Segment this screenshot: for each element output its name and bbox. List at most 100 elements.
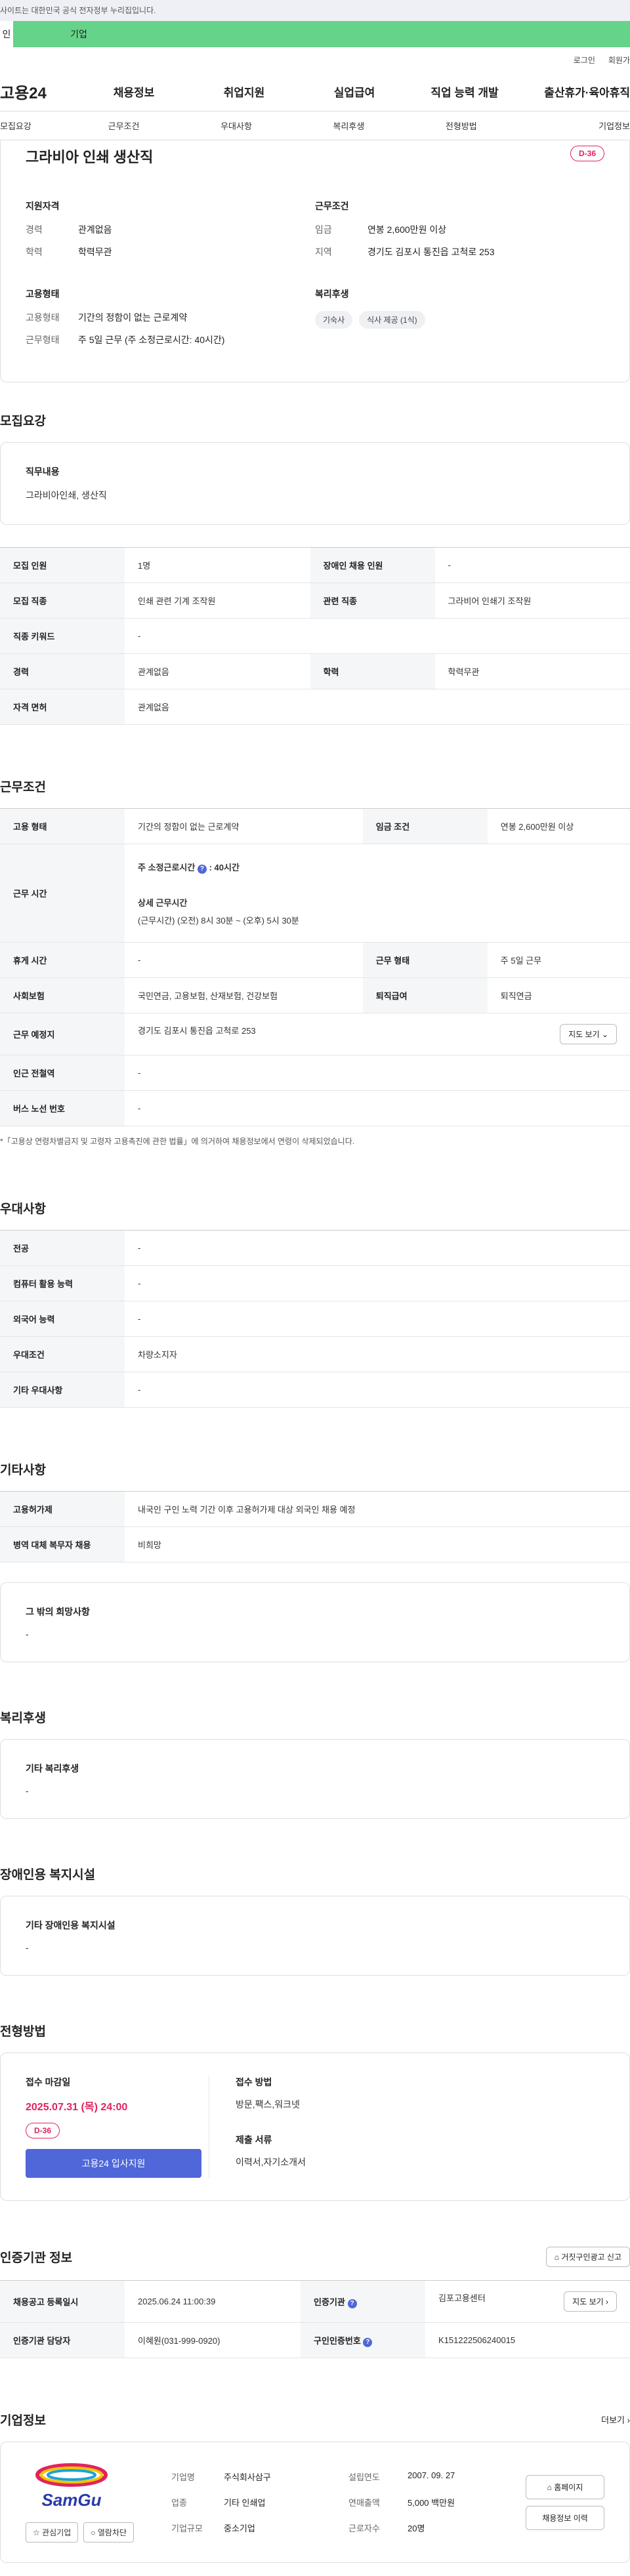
- more-label: 더보기: [601, 2415, 625, 2425]
- cell-label: 인증기관 ?: [301, 2280, 426, 2323]
- apply-box: 접수 마감일 2025.07.31 (목) 24:00 D-36 고용24 입사…: [0, 2053, 630, 2201]
- chevron-down-icon: ⌄: [601, 1030, 608, 1039]
- subnav-welfare[interactable]: 복리후생: [293, 119, 405, 132]
- method-value: 방문,팩스,워크넷: [236, 2099, 300, 2110]
- tab-company[interactable]: 기업: [52, 21, 105, 47]
- subnav-conditions[interactable]: 근무조건: [68, 119, 180, 132]
- cell-label: 고용 형태: [0, 808, 125, 844]
- info-icon[interactable]: ?: [363, 2337, 373, 2347]
- age-note: *「고용상 연령차별금지 및 고령자 고용촉진에 관한 법률」에 의거하여 채용…: [0, 1137, 355, 1146]
- place-cell: 경기도 김포시 통진읍 고척로 253 지도 보기 ⌄: [125, 1013, 630, 1055]
- table-row: 채용공고 등록일시 2025.06.24 11:00:39 인증기관 ? 김포고용센터…: [0, 2280, 630, 2323]
- cell-value: 비희망: [125, 1526, 630, 1563]
- recruit-heading: 모집요강: [0, 415, 46, 428]
- cell-label: 병역 대체 복무자 채용: [0, 1526, 125, 1563]
- cell-label: 전공: [0, 1230, 125, 1266]
- duty-value: 그라비아인쇄, 생산직: [26, 490, 107, 501]
- gov-banner: 사이트는 대한민국 공식 전자정부 누리집입니다.: [0, 0, 630, 21]
- cell-value: 주 5일 근무: [487, 942, 630, 978]
- emp-heading: 고용형태: [26, 289, 60, 299]
- gnb-item-parental[interactable]: 출산휴가·육아휴직: [520, 83, 630, 100]
- table-row: 자격 면허 관계없음: [0, 689, 630, 725]
- table-row: 근무 예정지 경기도 김포시 통진읍 고척로 253 지도 보기 ⌄: [0, 1013, 630, 1055]
- cell-label: 경력: [0, 653, 125, 689]
- welfare-chip: 기숙사: [315, 311, 353, 329]
- cond-heading: 근무조건: [315, 201, 349, 211]
- company-logo-area: SamGu ☆ 관심기업 ○ 열람차단: [26, 2462, 171, 2543]
- table-row: 버스 노선 번호 -: [0, 1090, 630, 1126]
- company-info: 기업명 주식회사삼구 설립연도 2007. 09. 27 업종 기타 인쇄업 연매출액 5,…: [171, 2470, 526, 2534]
- cell-label: 컴퓨터 활용 능력: [0, 1265, 125, 1301]
- work-time-cell: 주 소정근로시간 ? : 40시간 상세 근무시간 (근무시간) (오전) 8시…: [125, 844, 630, 943]
- table-row: 모집 직종 인쇄 관련 기계 조작원 관련 직종 그라비어 인쇄기 조작원: [0, 583, 630, 619]
- map-button-label: 지도 보기: [568, 1030, 600, 1039]
- cell-value: 김포고용센터: [438, 2293, 486, 2303]
- gnb-item-training[interactable]: 직업 능력 개발: [410, 83, 520, 100]
- homepage-label: 홈페이지: [554, 2482, 583, 2492]
- job-history-button[interactable]: 채용정보 이력: [526, 2505, 604, 2530]
- gnb-item-jobs[interactable]: 채용정보: [79, 83, 189, 100]
- cell-label: 직종 키워드: [0, 618, 125, 654]
- cell-value: 연봉 2,600만원 이상: [487, 808, 630, 844]
- table-row: 전공 -: [0, 1230, 630, 1266]
- homepage-button[interactable]: ⌂ 홈페이지: [526, 2474, 604, 2499]
- section-nav: 모집요강 근무조건 우대사항 복리후생 전형방법 기업정보: [0, 112, 630, 140]
- cell-value: 그라비어 인쇄기 조작원: [434, 583, 630, 619]
- info-value: 기타 인쇄업: [224, 2498, 266, 2508]
- logo-swirl-icon: [35, 2463, 108, 2487]
- etc-table: 고용허가제 내국인 구인 노력 기간 이후 고용허가제 대상 외국인 채용 예정 …: [0, 1491, 630, 1563]
- info-icon[interactable]: ?: [347, 2299, 357, 2308]
- deadline-heading: 접수 마감일: [26, 2077, 71, 2087]
- table-row: 인증기관 담당자 이혜원(031-999-0920) 구인인증번호 ? K151222…: [0, 2322, 630, 2358]
- info-icon[interactable]: ?: [197, 864, 207, 874]
- dday-badge: D-36: [26, 2123, 60, 2138]
- favorite-company-button[interactable]: ☆ 관심기업: [26, 2522, 79, 2543]
- cell-label: 기타 우대사항: [0, 1372, 125, 1408]
- label: 학력: [26, 247, 43, 257]
- map-button[interactable]: 지도 보기 ⌄: [560, 1024, 617, 1044]
- cell-label: 고용허가제: [0, 1491, 125, 1527]
- table-row: 경력 관계없음 학력 학력무관: [0, 653, 630, 689]
- map-button[interactable]: 지도 보기 ›: [564, 2291, 617, 2312]
- cell-value: -: [434, 547, 630, 583]
- label: 근무형태: [26, 335, 60, 345]
- cert-header: 인증기관 정보 ⌂ 거짓구인광고 신고: [0, 2247, 630, 2267]
- util-nav: 로그인 회원가: [0, 47, 630, 72]
- cell-value: -: [125, 1230, 630, 1266]
- login-link[interactable]: 로그인: [574, 54, 595, 66]
- block-view-button[interactable]: ○ 열람차단: [83, 2522, 135, 2543]
- cell-label: 채용공고 등록일시: [0, 2280, 125, 2323]
- disabled-box: 기타 장애인용 복지시설 -: [0, 1896, 630, 1976]
- cell-label: 임금 조건: [362, 808, 488, 844]
- cell-label: 근무 시간: [0, 844, 125, 943]
- gnb-item-support[interactable]: 취업지원: [189, 83, 299, 100]
- subnav-company[interactable]: 기업정보: [518, 119, 630, 132]
- cell-value: 퇴직연금: [487, 977, 630, 1013]
- report-button[interactable]: ⌂ 거짓구인광고 신고: [545, 2247, 630, 2267]
- subnav-recruit[interactable]: 모집요강: [0, 119, 68, 132]
- value: 관계없음: [78, 224, 112, 235]
- detail-heading: 상세 근무시간: [138, 897, 188, 908]
- gnb-item-unemployment[interactable]: 실업급여: [299, 83, 410, 100]
- subnav-selection[interactable]: 전형방법: [405, 119, 517, 132]
- cell-label: 우대조건: [0, 1336, 125, 1372]
- apply-button[interactable]: 고용24 입사지원: [26, 2149, 201, 2178]
- cell-value: 관계없음: [125, 653, 310, 689]
- hope-box: 그 밖의 희망사항 -: [0, 1582, 630, 1662]
- weekly-label: 주 소정근로시간: [138, 862, 196, 872]
- subnav-preference[interactable]: 우대사항: [180, 119, 292, 132]
- cell-value: 1명: [125, 547, 310, 583]
- info-value: 5,000 백만원: [408, 2498, 455, 2508]
- site-logo[interactable]: 고용24: [0, 80, 79, 103]
- benefit-heading: 복리후생: [0, 1711, 46, 1725]
- hope-heading: 그 밖의 희망사항: [26, 1606, 90, 1617]
- tab-individual[interactable]: 인: [0, 21, 13, 47]
- info-value: 중소기업: [224, 2524, 255, 2533]
- qual-heading: 지원자격: [26, 201, 60, 211]
- signup-link[interactable]: 회원가: [608, 54, 630, 66]
- label: 지역: [315, 247, 332, 257]
- more-link[interactable]: 더보기 ›: [601, 2413, 630, 2426]
- info-label: 근로자수: [348, 2524, 380, 2533]
- cell-label: 인근 전철역: [0, 1055, 125, 1091]
- cert-heading: 인증기관 정보: [0, 2251, 73, 2265]
